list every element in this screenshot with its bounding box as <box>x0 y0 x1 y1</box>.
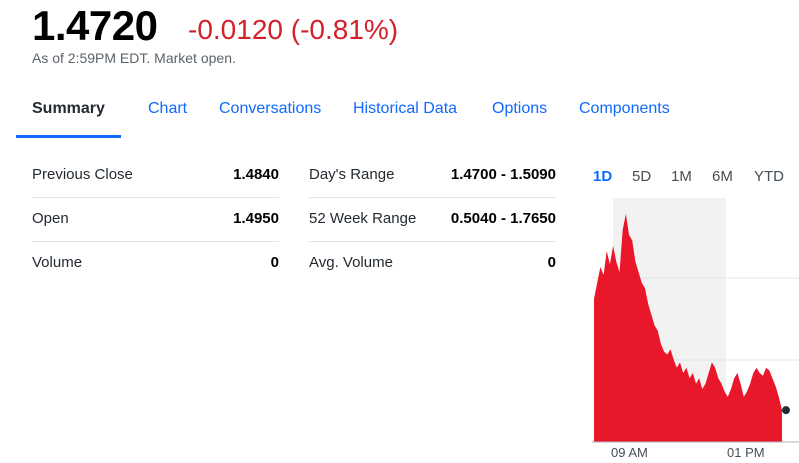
range-5d-button[interactable]: 5D <box>632 166 651 187</box>
market-status: As of 2:59PM EDT. Market open. <box>32 50 236 66</box>
x-tick-label: 09 AM <box>611 445 648 460</box>
stat-52-week-range: 52 Week Range 0.5040 - 1.7650 <box>309 198 556 242</box>
stat-open: Open 1.4950 <box>32 198 279 242</box>
intraday-chart-svg: 09 AM 01 PM <box>592 198 799 460</box>
range-1m-button[interactable]: 1M <box>671 166 692 187</box>
stat-value: 1.4840 <box>233 166 279 183</box>
quote-header: 1.4720 -0.0120 (-0.81%) As of 2:59PM EDT… <box>32 0 732 75</box>
stat-value: 1.4700 - 1.5090 <box>450 166 556 183</box>
stat-label: Previous Close <box>32 166 133 183</box>
tab-chart[interactable]: Chart <box>132 88 203 138</box>
last-price-marker <box>782 406 790 415</box>
quote-change: -0.0120 (-0.81%) <box>188 14 399 45</box>
x-tick-label: 01 PM <box>727 445 765 460</box>
stat-value: 1.4950 <box>233 210 279 227</box>
quote-price: 1.4720 <box>32 2 158 49</box>
tab-historical-data[interactable]: Historical Data <box>337 88 473 138</box>
range-6m-button[interactable]: 6M <box>712 166 733 187</box>
stat-previous-close: Previous Close 1.4840 <box>32 154 279 198</box>
stat-value: 0 <box>547 254 556 271</box>
stat-label: Open <box>32 210 69 227</box>
chart-range-selector: 1D 5D 1M 6M YTD <box>582 166 799 190</box>
stat-days-range: Day's Range 1.4700 - 1.5090 <box>309 154 556 198</box>
stat-label: Avg. Volume <box>309 254 393 271</box>
stat-value: 0 <box>270 254 279 271</box>
stat-label: Volume <box>32 254 83 271</box>
stat-volume: Volume 0 <box>32 242 279 286</box>
tab-conversations[interactable]: Conversations <box>203 88 337 138</box>
intraday-chart[interactable]: 09 AM 01 PM <box>584 198 799 463</box>
stat-label: Day's Range <box>309 166 395 183</box>
range-ytd-button[interactable]: YTD <box>754 166 784 187</box>
tab-summary[interactable]: Summary <box>16 88 121 138</box>
tab-components[interactable]: Components <box>563 88 686 138</box>
quote-nav-tabs: Summary Chart Conversations Historical D… <box>16 88 799 138</box>
stat-value: 0.5040 - 1.7650 <box>450 210 556 227</box>
tab-options[interactable]: Options <box>476 88 563 138</box>
stat-avg-volume: Avg. Volume 0 <box>309 242 556 286</box>
range-1d-button[interactable]: 1D <box>593 166 612 187</box>
stat-label: 52 Week Range <box>309 210 417 227</box>
